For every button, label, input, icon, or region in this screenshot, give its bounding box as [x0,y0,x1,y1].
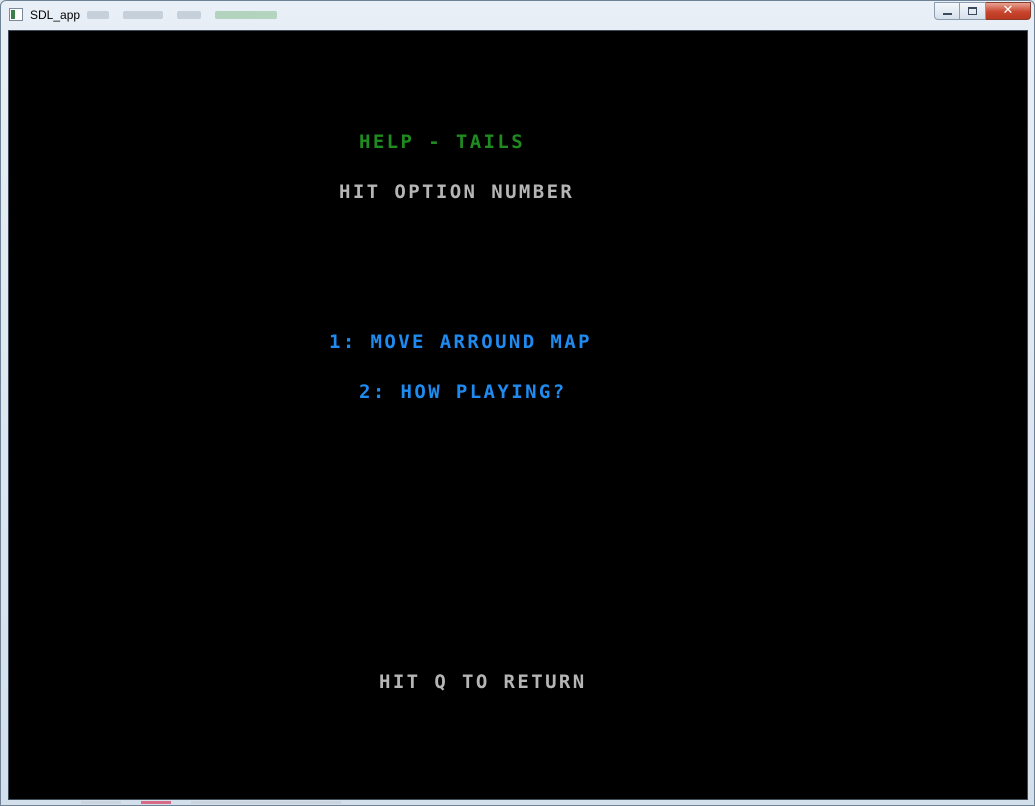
ghost-toolbar-item [87,11,109,19]
background-toolbar-ghost [87,7,277,23]
window-title: SDL_app [30,8,81,22]
taskbar-edge [81,801,381,805]
help-heading: HELP - TAILS [359,131,526,153]
ghost-toolbar-item [215,11,277,19]
menu-option-2[interactable]: 2: HOW PLAYING? [359,381,567,403]
taskbar-edge-segment [141,801,171,804]
app-icon[interactable] [9,8,23,21]
menu-option-1[interactable]: 1: MOVE ARROUND MAP [329,331,592,353]
maximize-icon [968,7,977,15]
option-prompt: HIT OPTION NUMBER [339,181,575,203]
ghost-toolbar-item [177,11,201,19]
ghost-toolbar-item [123,11,163,19]
title-bar[interactable]: SDL_app ✕ [1,1,1034,29]
game-screen[interactable]: HELP - TAILS HIT OPTION NUMBER 1: MOVE A… [8,30,1028,800]
minimize-button[interactable] [934,2,960,20]
maximize-button[interactable] [960,2,986,20]
minimize-icon [943,13,952,15]
taskbar-edge-segment [81,801,121,804]
caption-buttons: ✕ [934,2,1031,20]
taskbar-edge-segment [191,801,341,804]
app-window: SDL_app ✕ HELP - TAILS HIT OPTION NUMBER… [0,0,1035,806]
return-hint: HIT Q TO RETURN [379,671,587,693]
close-icon: ✕ [1002,3,1014,18]
close-button[interactable]: ✕ [986,2,1031,20]
